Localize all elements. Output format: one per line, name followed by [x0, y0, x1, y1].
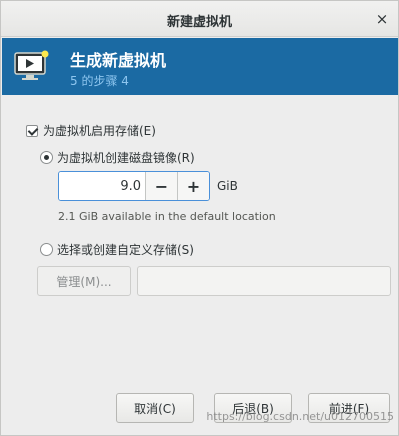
custom-storage-option[interactable]: 选择或创建自定义存储(S)	[40, 241, 194, 258]
custom-storage-path-field[interactable]	[137, 266, 391, 296]
forward-button[interactable]: 前进(F)	[308, 393, 390, 423]
create-disk-option[interactable]: 为虚拟机创建磁盘镜像(R)	[40, 149, 195, 166]
banner-title: 生成新虚拟机	[70, 51, 167, 70]
custom-storage-radio[interactable]	[40, 243, 53, 256]
enable-storage-option[interactable]: 为虚拟机启用存储(E)	[26, 122, 156, 139]
decrement-button[interactable]: −	[145, 172, 177, 200]
manage-button[interactable]: 管理(M)...	[37, 266, 131, 296]
title-bar: 新建虚拟机 ×	[1, 1, 398, 37]
monitor-icon	[14, 50, 49, 80]
step-indicator: 5 的步骤 4	[70, 74, 129, 88]
disk-size-input[interactable]	[59, 172, 145, 200]
disk-size-spinner[interactable]: − +	[58, 171, 210, 201]
back-button[interactable]: 后退(B)	[214, 393, 292, 423]
enable-storage-label: 为虚拟机启用存储(E)	[43, 124, 156, 138]
window-title: 新建虚拟机	[166, 15, 232, 30]
create-disk-radio[interactable]	[40, 151, 53, 164]
custom-storage-label: 选择或创建自定义存储(S)	[57, 243, 194, 257]
increment-button[interactable]: +	[177, 172, 209, 200]
new-vm-dialog: 新建虚拟机 × 生成新虚拟机 5 的步骤 4 为虚拟机启用存储(E) 为虚拟机创…	[0, 0, 399, 436]
close-icon[interactable]: ×	[372, 9, 392, 29]
cancel-button[interactable]: 取消(C)	[116, 393, 194, 423]
enable-storage-checkbox[interactable]	[26, 124, 38, 137]
wizard-banner: 生成新虚拟机 5 的步骤 4	[2, 38, 398, 95]
size-unit-label: GiB	[217, 179, 238, 193]
available-space-text: 2.1 GiB available in the default locatio…	[58, 210, 276, 223]
create-disk-label: 为虚拟机创建磁盘镜像(R)	[57, 151, 195, 165]
